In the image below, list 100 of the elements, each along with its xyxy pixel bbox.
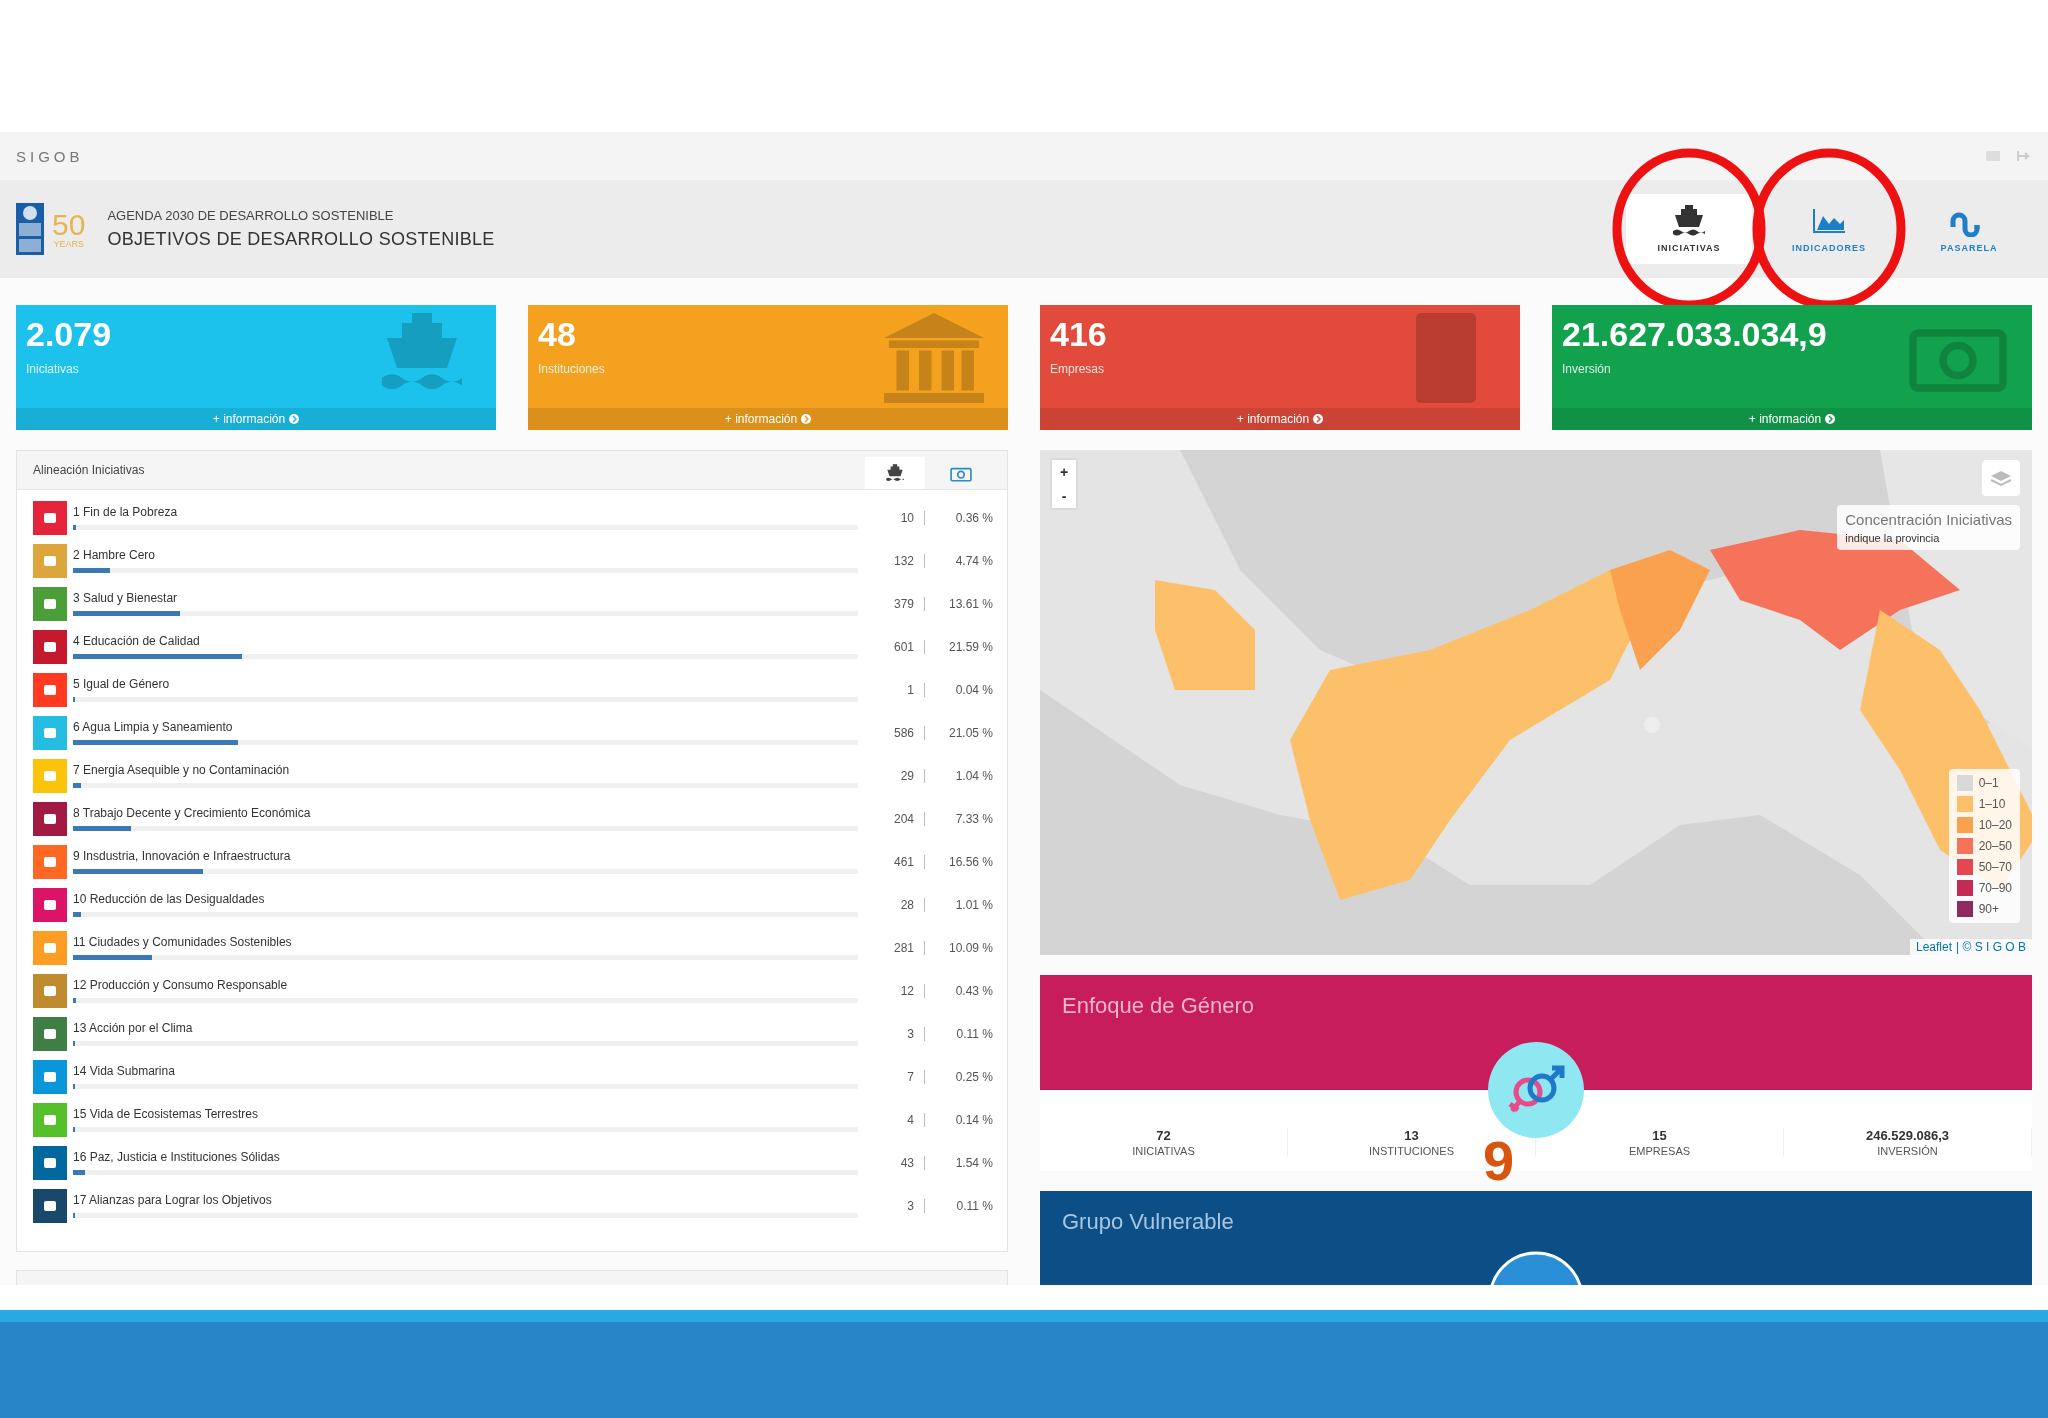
goal-percent: 10.09 % <box>947 940 993 955</box>
legend-label: 90+ <box>1978 902 1999 916</box>
goal-label: 7 Energia Asequible y no Contaminación <box>73 763 291 777</box>
goal-label: 3 Salud y Bienestar <box>73 591 179 605</box>
goal-count: 461 <box>864 854 925 869</box>
nav-tab[interactable]: INICIATIVAS <box>1626 194 1752 264</box>
section-title: Enfoque de Género <box>1062 993 1255 1018</box>
stat-value: 13 <box>1404 1128 1419 1143</box>
card-label: Instituciones <box>538 362 605 376</box>
card-value: 21.627.033.034,9 <box>1561 314 1828 354</box>
card-label: Empresas <box>1050 362 1105 376</box>
goal-label: 12 Producción y Consumo Responsable <box>73 978 289 992</box>
goal-percent: 4.74 % <box>954 553 993 568</box>
panel-tab[interactable] <box>865 457 925 489</box>
goal-percent: 7.33 % <box>954 811 993 826</box>
goal-percent: 0.11 % <box>955 1198 993 1213</box>
arrow-circle-icon <box>801 414 812 424</box>
goal-label: 10 Reducción de las Desigualdades <box>73 892 266 906</box>
goal-label: 1 Fin de la Pobreza <box>73 505 179 519</box>
goal-percent: 1.54 % <box>954 1155 993 1170</box>
goal-percent: 1.04 % <box>954 768 993 783</box>
brand-name: SIGOB <box>16 147 84 165</box>
goal-count: 601 <box>864 639 925 654</box>
section-title: Grupo Vulnerable <box>1062 1209 1234 1234</box>
legend-label: 70–90 <box>1978 881 2012 895</box>
goal-count: 379 <box>864 596 925 611</box>
goal-label: 9 Insdustria, Innovación e Infraestructura <box>73 849 292 863</box>
card-label: Inversión <box>1562 362 1611 376</box>
goal-label: 11 Ciudades y Comunidades Sostenibles <box>73 935 293 949</box>
goal-count: 29 <box>864 768 925 783</box>
arrow-circle-icon <box>1825 414 1836 424</box>
goal-count: 10 <box>864 510 925 525</box>
anniversary-logo: 50 YEARS <box>52 209 86 249</box>
legend-label: 0–1 <box>1978 776 1999 790</box>
goal-count: 3 <box>864 1198 925 1213</box>
goal-percent: 0.36 % <box>954 510 993 525</box>
card-value: 2.079 <box>25 314 113 354</box>
card-label: Iniciativas <box>26 362 79 376</box>
goal-label: 17 Alianzas para Lograr los Objetivos <box>73 1193 273 1207</box>
legend-label: 50–70 <box>1978 860 2012 874</box>
goal-percent: 0.04 % <box>954 682 993 697</box>
layers-button[interactable] <box>1982 460 2020 496</box>
goal-percent: 0.14 % <box>954 1112 993 1127</box>
attribution-text: | © S I G O B <box>1956 940 2026 954</box>
goal-count: 28 <box>864 897 925 912</box>
goal-count: 281 <box>864 940 925 955</box>
attribution-link[interactable]: Leaflet <box>1916 940 1952 954</box>
goal-percent: 21.59 % <box>947 639 993 654</box>
goal-count: 12 <box>864 983 925 998</box>
goal-count: 7 <box>864 1069 925 1084</box>
more-info-link[interactable]: + información <box>1552 408 2032 430</box>
goal-count: 3 <box>864 1026 925 1041</box>
card-value: 416 <box>1049 314 1108 354</box>
goal-percent: 0.11 % <box>955 1026 993 1041</box>
goal-label: 14 Vida Submarina <box>73 1064 176 1078</box>
ship-icon <box>884 464 906 482</box>
page-number: 9 <box>1483 1128 1515 1193</box>
more-info-link[interactable]: + información <box>528 408 1008 430</box>
legend-label: 20–50 <box>1978 839 2012 853</box>
goal-count: 43 <box>864 1155 925 1170</box>
goal-label: 13 Acción por el Clima <box>73 1021 194 1035</box>
header-title: OBJETIVOS DE DESARROLLO SOSTENIBLE <box>107 229 496 250</box>
more-info-link[interactable]: + información <box>1040 408 1520 430</box>
goal-count: 586 <box>864 725 925 740</box>
header-subtitle: AGENDA 2030 DE DESARROLLO SOSTENIBLE <box>107 208 395 223</box>
goal-label: 5 Igual de Género <box>73 677 171 691</box>
stat-value: 246.529.086,3 <box>1865 1128 1950 1143</box>
panel-title: Alineación Iniciativas <box>33 463 145 477</box>
undp-logo-icon <box>16 203 44 255</box>
stat-value: 72 <box>1156 1128 1171 1143</box>
legend-label: 1–10 <box>1978 797 2006 811</box>
goal-count: 132 <box>864 553 925 568</box>
goal-label: 6 Agua Limpia y Saneamiento <box>73 720 234 734</box>
goal-count: 204 <box>864 811 925 826</box>
stat-label: INICIATIVAS <box>1132 1145 1195 1157</box>
goal-label: 4 Educación de Calidad <box>73 634 201 648</box>
goal-percent: 21.05 % <box>947 725 993 740</box>
legend-label: 10–20 <box>1978 818 2012 832</box>
goal-percent: 16.56 % <box>947 854 993 869</box>
info-title: Concentración Iniciativas <box>1845 511 2012 528</box>
goal-label: 15 Vida de Ecosistemas Terrestres <box>73 1107 259 1121</box>
info-hint: indique la provincia <box>1845 532 1941 544</box>
card-value: 48 <box>537 314 577 354</box>
arrow-circle-icon <box>1313 414 1324 424</box>
goal-percent: 13.61 % <box>947 596 993 611</box>
goal-count: 4 <box>864 1112 925 1127</box>
goal-percent: 1.01 % <box>954 897 993 912</box>
arrow-circle-icon <box>289 414 300 424</box>
goal-percent: 0.43 % <box>954 983 993 998</box>
stat-label: INVERSIÓN <box>1877 1145 1938 1157</box>
goal-count: 1 <box>864 682 925 697</box>
goal-label: 2 Hambre Cero <box>73 548 157 562</box>
more-info-link[interactable]: + información <box>16 408 496 430</box>
nav-tab[interactable]: PASARELA <box>1906 194 2032 264</box>
layers-icon <box>1990 469 2012 487</box>
stat-label: EMPRESAS <box>1628 1145 1691 1157</box>
stat-label: INSTITUCIONES <box>1369 1145 1454 1157</box>
stat-value: 15 <box>1652 1128 1667 1143</box>
goal-percent: 0.25 % <box>954 1069 993 1084</box>
goal-label: 8 Trabajo Decente y Crecimiento Económica <box>73 806 312 820</box>
